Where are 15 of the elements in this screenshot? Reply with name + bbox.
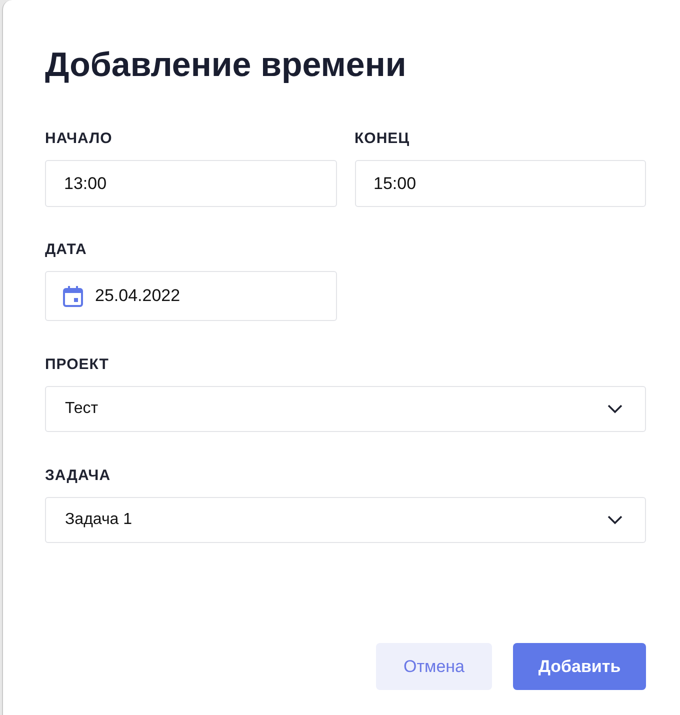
chevron-down-icon	[607, 515, 623, 525]
task-select[interactable]: Задача 1	[45, 497, 646, 543]
date-field[interactable]: 25.04.2022	[45, 271, 337, 321]
field-label: НАЧАЛО	[45, 130, 112, 147]
chevron-down-icon	[607, 404, 623, 414]
field-label: ДАТА	[45, 241, 87, 258]
calendar-icon	[63, 286, 83, 306]
dialog-title: Добавление времени	[45, 46, 406, 84]
field-label: ЗАДАЧА	[45, 467, 111, 484]
project-select[interactable]: Тест	[45, 386, 646, 432]
add-button[interactable]: Добавить	[513, 643, 646, 690]
end-time-field[interactable]: 15:00	[354, 160, 646, 207]
field-label: КОНЕЦ	[354, 130, 410, 147]
field-label: ПРОЕКТ	[45, 356, 109, 373]
start-time-field[interactable]: 13:00	[45, 160, 336, 207]
